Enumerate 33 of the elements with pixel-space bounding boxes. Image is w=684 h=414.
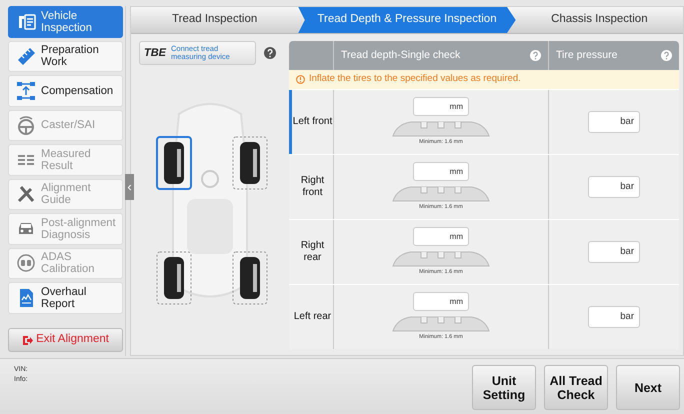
pressure-field[interactable]: bar xyxy=(588,306,640,328)
column-header: Tread depth-Single check xyxy=(341,48,460,63)
sidebar-item[interactable]: Compensation xyxy=(8,75,123,106)
compensation-icon xyxy=(16,80,36,101)
sidebar-item[interactable]: Overhaul Report xyxy=(8,282,123,314)
help-icon xyxy=(264,47,276,59)
tire-position-label[interactable]: Left rear xyxy=(289,285,334,349)
sidebar-item[interactable]: Vehicle Inspection xyxy=(8,6,123,38)
tab[interactable]: Tread Inspection xyxy=(131,7,298,33)
column-header: Tire pressure xyxy=(556,48,618,63)
tread-depth-field[interactable]: mm xyxy=(413,227,469,246)
notice-text: Inflate the tires to the specified values as required. xyxy=(309,72,521,86)
pressure-field[interactable]: bar xyxy=(588,176,640,198)
ruler-icon xyxy=(16,46,36,66)
footer-button[interactable]: All Tread Check xyxy=(544,365,608,410)
tread-depth-field[interactable]: mm xyxy=(413,97,469,116)
pressure-field[interactable]: bar xyxy=(588,111,640,133)
help-icon xyxy=(661,50,672,61)
exit-button[interactable]: Exit Alignment xyxy=(8,328,123,352)
pressure-field[interactable]: bar xyxy=(588,241,640,263)
tread-depth-field[interactable]: mm xyxy=(413,162,469,182)
help-icon xyxy=(530,50,541,61)
tab[interactable]: Tread Depth & Pressure Inspection xyxy=(298,7,516,33)
warning-icon xyxy=(296,75,305,84)
exit-icon xyxy=(22,334,34,346)
footer-button[interactable]: Next xyxy=(616,365,680,410)
tread-depth-field[interactable]: mm xyxy=(413,292,469,312)
sidebar-item[interactable]: Preparation Work xyxy=(8,40,123,72)
footer-button[interactable]: Unit Setting xyxy=(472,365,536,410)
tab[interactable]: Chassis Inspection xyxy=(516,7,683,33)
adas-icon xyxy=(16,253,36,274)
steering-wheel-icon xyxy=(16,115,36,136)
clipboard-icon xyxy=(16,12,36,32)
